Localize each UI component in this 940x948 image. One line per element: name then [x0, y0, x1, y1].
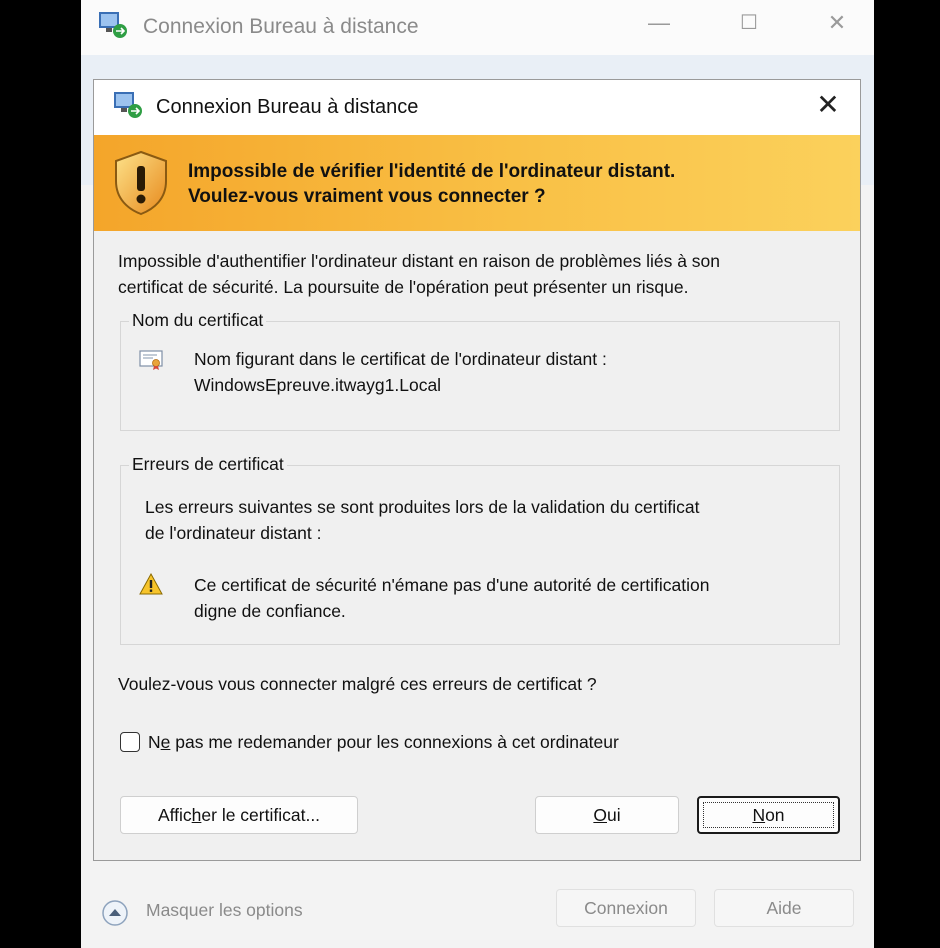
maximize-icon[interactable]: ☐	[729, 10, 769, 35]
errors-intro-line: de l'ordinateur distant :	[145, 523, 322, 543]
warning-heading: Impossible de vérifier l'identité de l'o…	[188, 161, 676, 182]
confirmation-question: Voulez-vous vous connecter malgré ces er…	[118, 674, 597, 694]
collapse-options-label[interactable]: Masquer les options	[146, 900, 303, 921]
label-part: N	[148, 732, 161, 752]
error-item-line: Ce certificat de sécurité n'émane pas d'…	[194, 575, 710, 595]
group-label: Nom du certificat	[129, 310, 267, 331]
view-certificate-button[interactable]: Afficher le certificat...	[120, 796, 358, 834]
warning-question: Voulez-vous vraiment vous connecter ?	[188, 186, 546, 207]
background-window-title: Connexion Bureau à distance	[143, 15, 419, 38]
warning-banner-text: Impossible de vérifier l'identité de l'o…	[188, 159, 675, 209]
certificate-name-group: Nom du certificat Nom figurant dans le c…	[120, 310, 840, 431]
label-part: Affic	[157, 805, 192, 825]
description: Impossible d'authentifier l'ordinateur d…	[118, 248, 838, 300]
certificate-warning-dialog: Connexion Bureau à distance ✕ Impossible…	[93, 79, 861, 861]
collapse-options-icon[interactable]	[100, 898, 130, 933]
certificate-name-value: WindowsEpreuve.itwayg1.Local	[194, 375, 442, 395]
access-key: O	[593, 805, 607, 825]
description-line: Impossible d'authentifier l'ordinateur d…	[118, 251, 721, 271]
yes-button[interactable]: Oui	[535, 796, 679, 834]
label-part: er le certificat...	[201, 805, 321, 825]
minimize-icon[interactable]: —	[639, 10, 679, 36]
remote-desktop-icon	[112, 90, 146, 125]
connect-button[interactable]: Connexion	[556, 889, 696, 927]
dialog-title: Connexion Bureau à distance	[156, 96, 419, 118]
remote-desktop-icon	[97, 10, 131, 45]
warning-triangle-icon	[139, 572, 163, 600]
access-key: h	[191, 805, 202, 825]
close-icon[interactable]: ✕	[810, 88, 846, 121]
label-part: pas me redemander pour les connexions à …	[170, 732, 619, 752]
description-line: certificat de sécurité. La poursuite de …	[118, 277, 689, 297]
shield-warning-icon	[112, 149, 170, 222]
certificate-errors-group: Erreurs de certificat Les erreurs suivan…	[120, 454, 840, 645]
no-button[interactable]: Non	[697, 796, 840, 834]
errors-intro: Les erreurs suivantes se sont produites …	[145, 494, 699, 546]
group-label: Erreurs de certificat	[129, 454, 287, 475]
help-button[interactable]: Aide	[714, 889, 854, 927]
dialog-titlebar: Connexion Bureau à distance ✕	[94, 80, 860, 135]
focus-rectangle	[703, 802, 834, 828]
dont-ask-again-checkbox[interactable]	[120, 732, 140, 752]
certificate-name-text: Nom figurant dans le certificat de l'ord…	[194, 346, 607, 398]
background-titlebar: Connexion Bureau à distance — ☐ ✕	[81, 0, 874, 55]
certificate-name-caption: Nom figurant dans le certificat de l'ord…	[194, 349, 607, 369]
certificate-icon	[139, 349, 163, 376]
dont-ask-again-label[interactable]: Ne pas me redemander pour les connexions…	[148, 732, 619, 753]
error-item: Ce certificat de sécurité n'émane pas d'…	[194, 572, 709, 624]
errors-intro-line: Les erreurs suivantes se sont produites …	[145, 497, 700, 517]
warning-banner: Impossible de vérifier l'identité de l'o…	[94, 135, 860, 231]
access-key: e	[160, 732, 171, 752]
label-part: ui	[607, 805, 621, 825]
close-icon[interactable]: ✕	[817, 10, 857, 36]
error-item-line: digne de confiance.	[194, 601, 346, 621]
